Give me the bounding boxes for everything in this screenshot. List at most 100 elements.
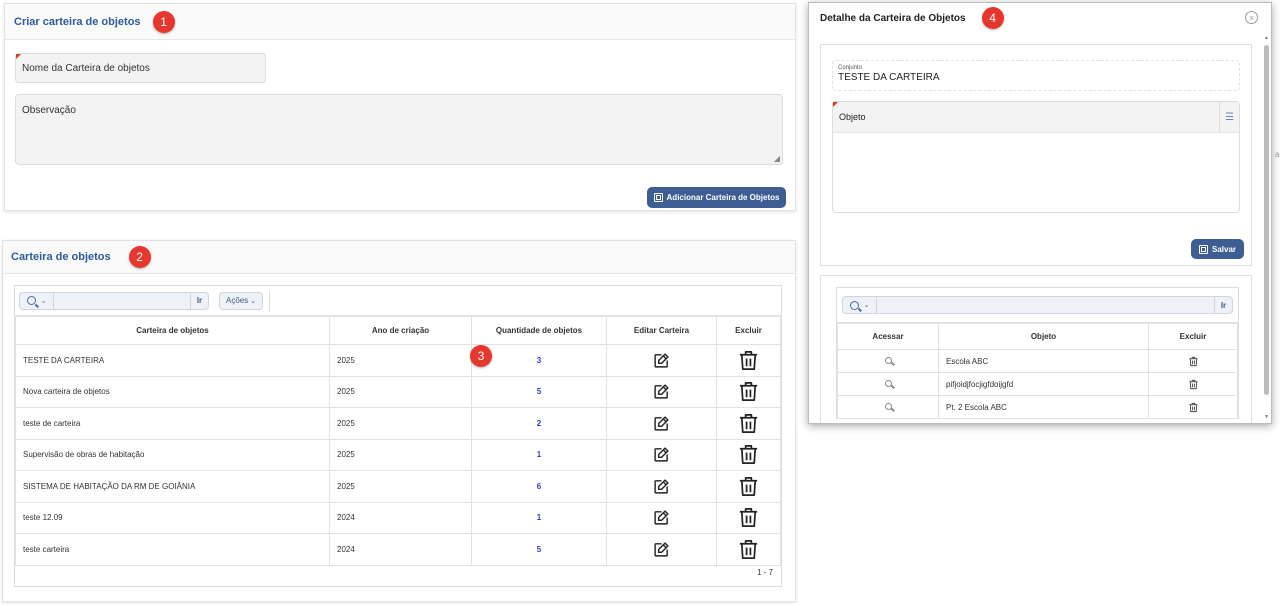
col-header-year[interactable]: Ano de criação [329,316,472,345]
table-row[interactable]: Escola ABC [837,349,1238,373]
table-row[interactable]: pifjoidjfocjigfdoijgfd [837,372,1238,396]
objeto-field[interactable]: Objeto ☰ [832,101,1240,213]
scroll-down-icon[interactable]: ▼ [1264,414,1269,420]
wallet-name-cell: TESTE DA CARTEIRA [15,344,330,377]
col-header-name[interactable]: Carteira de objetos [15,316,330,345]
wallet-qty-link[interactable]: 3 [471,344,607,377]
wallet-year-cell: 2025 [329,470,472,503]
table-row[interactable]: Supervisão de obras de habitação 2025 1 [15,438,781,471]
objects-grid: ⌄ Ir Acessar Objeto Excluir Escola ABC pi… [836,287,1239,419]
modal-form-section: Conjunto TESTE DA CARTEIRA Objeto ☰ Salv… [820,44,1252,266]
chevron-down-icon: ⌄ [40,297,47,305]
wallet-name-placeholder: Nome da Carteira de objetos [22,63,150,74]
actions-label: Ações [226,296,249,305]
wallet-qty-link[interactable]: 5 [471,533,607,566]
trash-icon[interactable] [716,470,781,503]
wallet-name-input[interactable]: Nome da Carteira de objetos [15,53,266,83]
save-button[interactable]: Salvar [1191,239,1244,259]
wallet-grid: ⌄ Ir Ações ⌄ Carteira de objetos Ano de … [14,285,782,587]
trash-icon[interactable] [716,407,781,440]
magnifier-icon[interactable] [884,402,892,410]
wallet-qty-link[interactable]: 2 [471,407,607,440]
list-panel-header: Carteira de objetos 2 [3,241,795,274]
scrollbar-thumb[interactable] [1264,45,1269,395]
conjunto-value: TESTE DA CARTEIRA [838,72,940,83]
trash-icon[interactable] [1148,395,1238,419]
table-row[interactable]: SISTEMA DE HABITAÇÃO DA RM DE GOIÂNIA 202… [15,470,781,503]
objeto-label: Objeto [839,112,866,122]
edit-icon[interactable] [606,470,717,503]
wallet-qty-link[interactable]: 6 [471,470,607,503]
close-icon[interactable]: × [1245,11,1258,24]
trash-icon[interactable] [716,375,781,408]
trash-icon[interactable] [716,438,781,471]
create-panel-title: Criar carteira de objetos [14,15,141,28]
search-options-trigger[interactable]: ⌄ [20,292,54,309]
table-row[interactable]: Pt. 2 Escola ABC [837,395,1238,419]
edit-icon[interactable] [606,344,717,377]
col-header-qty[interactable]: Quantidade de objetos [471,316,607,345]
objects-header-row: Acessar Objeto Excluir [837,323,1238,350]
col-header-edit: Editar Carteira [606,316,717,345]
trash-icon[interactable] [716,533,781,566]
edit-icon[interactable] [606,375,717,408]
wallet-name-cell: teste 12.09 [15,501,330,534]
table-row[interactable]: teste carteira 2024 5 [15,533,781,566]
grid-toolbar: ⌄ Ir Ações ⌄ [15,286,781,316]
modal-scrollbar[interactable]: ▲ ▼ [1263,35,1269,420]
annotation-badge: 3 [470,345,492,367]
trash-icon[interactable] [1148,372,1238,396]
objects-search-box: ⌄ Ir [842,296,1233,314]
annotation-badge: 4 [981,7,1004,29]
wallet-year-cell: 2024 [329,533,472,566]
objeto-name-cell: Pt. 2 Escola ABC [938,395,1149,419]
trash-icon[interactable] [716,344,781,377]
wallet-qty-link[interactable]: 5 [471,375,607,408]
wallet-year-cell: 2025 [329,344,472,377]
magnifier-icon[interactable] [884,379,892,387]
edit-icon[interactable] [606,407,717,440]
actions-menu-button[interactable]: Ações ⌄ [219,291,264,310]
trash-icon[interactable] [716,501,781,534]
list-panel-title: Carteira de objetos [11,251,111,263]
add-wallet-button[interactable]: Adicionar Carteira de Objetos [647,187,786,208]
conjunto-label: Conjunto [838,65,863,71]
search-input[interactable] [54,292,190,309]
search-go-button[interactable]: Ir [190,292,208,309]
trash-icon[interactable] [1148,349,1238,373]
wallet-qty-link[interactable]: 1 [471,501,607,534]
search-icon [849,300,859,310]
observation-placeholder: Observação [22,105,76,116]
chevron-down-icon: ⌄ [863,302,870,309]
create-panel-header: Criar carteira de objetos 1 [5,4,795,40]
list-select-icon[interactable]: ☰ [1219,102,1239,133]
table-row[interactable]: teste de carteira 2025 2 [15,407,781,440]
wallet-name-cell: Supervisão de obras de habitação [15,438,330,471]
objects-search-options-trigger[interactable]: ⌄ [843,297,877,313]
table-row[interactable]: Nova carteira de objetos 2025 5 [15,375,781,408]
wallet-year-cell: 2025 [329,407,472,440]
access-cell [837,395,939,419]
search-icon [26,296,36,305]
modal-header: Detalhe da Carteira de Objetos 4 × [809,3,1271,33]
wallet-year-cell: 2024 [329,501,472,534]
add-wallet-label: Adicionar Carteira de Objetos [666,193,780,202]
objeto-header: Objeto ☰ [833,102,1239,133]
annotation-badge: 2 [128,246,151,268]
edit-icon[interactable] [606,501,717,534]
objeto-name-cell: Escola ABC [938,349,1149,373]
col-header-delete: Excluir [716,316,781,345]
scroll-up-icon[interactable]: ▲ [1264,35,1269,41]
table-row[interactable]: teste 12.09 2024 1 [15,501,781,534]
observation-textarea[interactable]: Observação ◢ [15,94,783,165]
objects-search-input[interactable] [877,297,1214,313]
edit-icon[interactable] [606,533,717,566]
col-header-objeto[interactable]: Objeto [938,323,1149,350]
objects-search-go-button[interactable]: Ir [1214,297,1232,313]
resize-handle-icon[interactable]: ◢ [774,154,780,163]
wallet-qty-link[interactable]: 1 [471,438,607,471]
magnifier-icon[interactable] [884,356,892,364]
table-row[interactable]: TESTE DA CARTEIRA 2025 3 [15,344,781,377]
background-fragment: a [1275,150,1280,159]
edit-icon[interactable] [606,438,717,471]
